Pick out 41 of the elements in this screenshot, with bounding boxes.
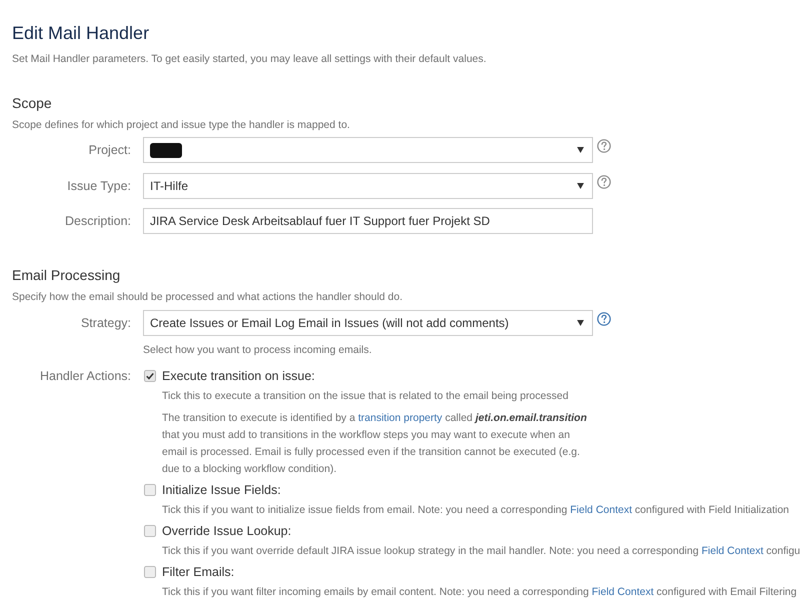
checkbox-label[interactable]: Filter Emails: xyxy=(162,564,234,580)
page-description: Set Mail Handler parameters. To get easily started, you may leave all settings with their default values. xyxy=(12,52,488,66)
select-field[interactable] xyxy=(143,137,593,163)
link[interactable]: Field Context xyxy=(592,586,654,598)
select-value: IT-Hilfe xyxy=(150,178,188,194)
checkbox-label[interactable]: Initialize Issue Fields: xyxy=(162,482,281,498)
field-label: Strategy: xyxy=(80,315,131,331)
section-description: Specify how the email should be processed and what actions the handler should do. xyxy=(12,290,404,304)
link[interactable]: Field Context xyxy=(570,504,632,516)
caret-icon xyxy=(577,182,584,188)
select-field[interactable]: Create Issues or Email Log Email in Issues (will not add comments) xyxy=(143,310,593,336)
field-label: Issue Type: xyxy=(67,178,131,194)
page-title: Edit Mail Handler xyxy=(12,22,150,44)
section-description: Scope defines for which project and issue type the handler is mapped to. xyxy=(12,118,351,132)
field-label: Handler Actions: xyxy=(40,368,131,384)
caret-icon xyxy=(577,147,584,153)
checkbox[interactable] xyxy=(144,484,156,496)
caret-icon xyxy=(577,320,584,326)
checkbox-label[interactable]: Override Issue Lookup: xyxy=(162,523,292,539)
help-icon[interactable] xyxy=(597,139,611,153)
section-heading: Email Processing xyxy=(12,266,122,284)
checkbox[interactable] xyxy=(144,370,156,382)
help-text: Tick this if you want override default JIRA issue lookup strategy in the mail handler. Note: you need a corresponding Field Context configu xyxy=(162,544,800,558)
input-field[interactable]: JIRA Service Desk Arbeitsablauf fuer IT Support fuer Projekt SD xyxy=(143,208,593,234)
link[interactable]: transition property xyxy=(358,412,442,424)
help-icon[interactable] xyxy=(597,174,611,188)
help-icon[interactable] xyxy=(597,312,611,326)
help-text: Tick this to execute a transition on the issue that is related to the email being processed xyxy=(162,388,570,404)
field-label: Description: xyxy=(65,213,131,229)
help-text: Tick this if you want to initialize issue fields from email. Note: you need a corresponding Field Context configured with Field Initialization xyxy=(162,502,790,518)
link[interactable]: Field Context xyxy=(702,544,764,556)
field-hint: Select how you want to process incoming emails. xyxy=(143,343,372,357)
help-text: Tick this if you want filter incoming emails by email content. Note: you need a corresponding Field Context configured with Email Filtering xyxy=(162,584,798,600)
field-label: Project: xyxy=(88,142,131,158)
section-heading: Scope xyxy=(12,94,53,112)
select-value: Create Issues or Email Log Email in Issues (will not add comments) xyxy=(150,315,509,331)
select-field[interactable]: IT-Hilfe xyxy=(143,172,593,198)
help-text: The transition to execute is identified by a transition property called jeti.on.email.transition that you must add to transitions in the workflow steps you may want to execute when an email is processed. Email is fully processed even if the transition cannot be executed (e.g. due to a blocking workflow condition). xyxy=(162,410,588,476)
checkbox-label[interactable]: Execute transition on issue: xyxy=(162,368,315,384)
checkbox[interactable] xyxy=(144,525,156,537)
checkbox[interactable] xyxy=(144,566,156,578)
